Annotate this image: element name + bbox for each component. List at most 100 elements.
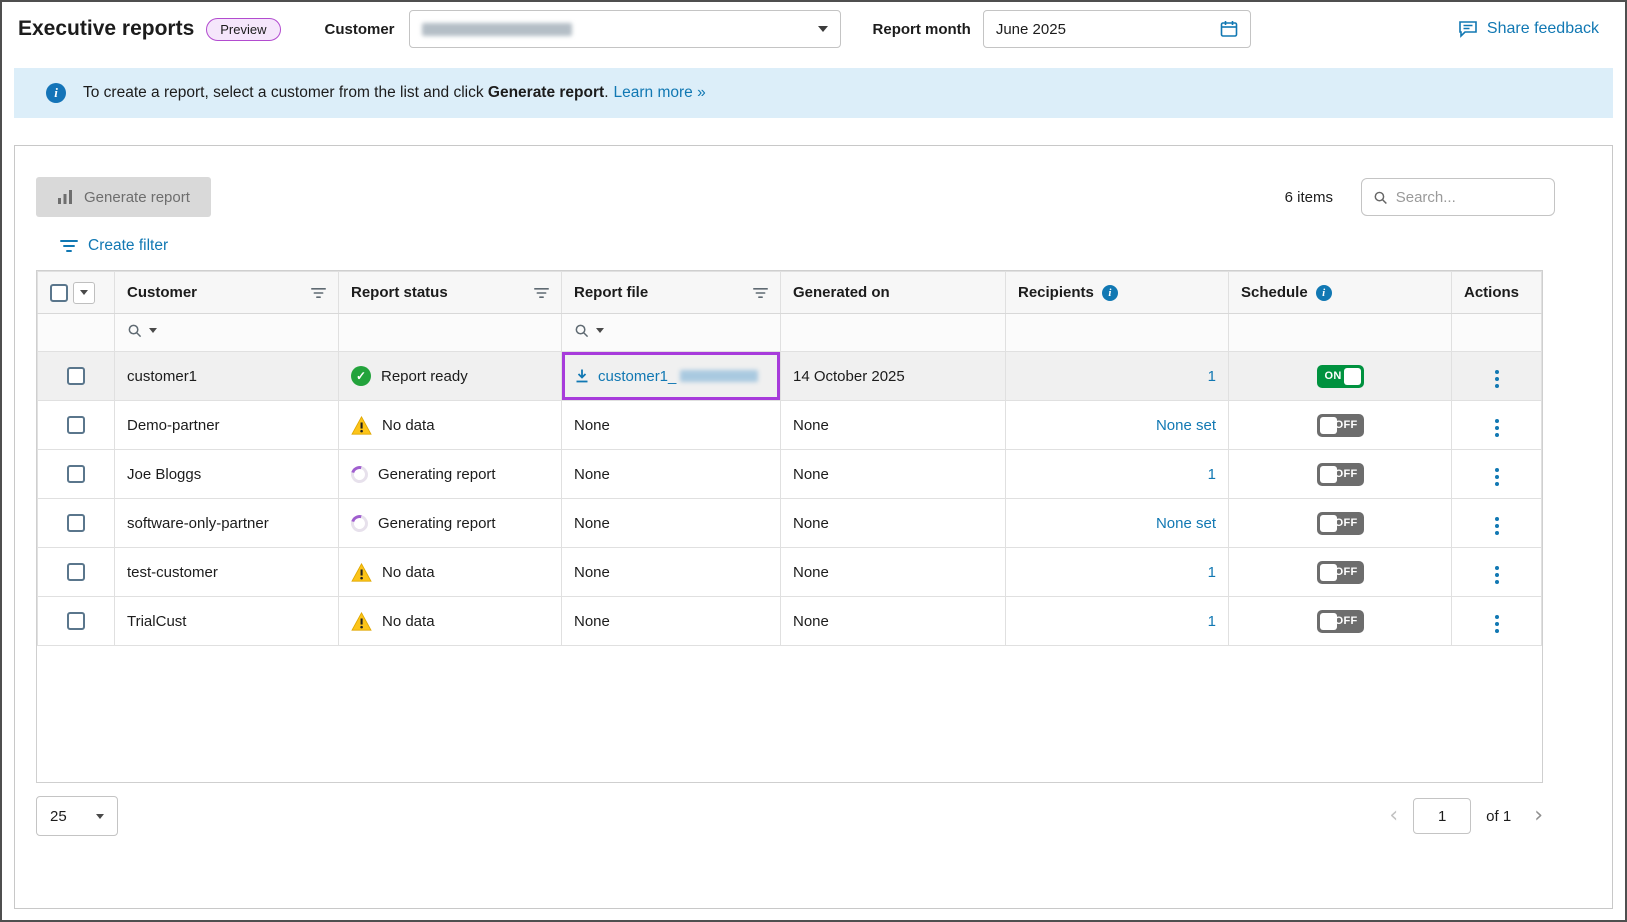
info-banner: i To create a report, select a customer … [14,68,1613,118]
status-spinner-icon [348,511,371,534]
create-filter-link[interactable]: Create filter [60,237,168,255]
schedule-toggle[interactable]: OFF [1317,610,1364,633]
customer-name: TrialCust [127,613,186,630]
schedule-toggle[interactable]: OFF [1317,414,1364,437]
report-month-picker[interactable]: June 2025 [983,10,1251,48]
row-checkbox[interactable] [67,367,85,385]
top-bar: Executive reports Preview Customer Repor… [2,2,1625,56]
toggle-label: OFF [1335,517,1358,529]
select-all-checkbox[interactable] [50,284,68,302]
generate-report-button[interactable]: Generate report [36,177,211,217]
table-row: customer1 ✓Report ready customer1_ [38,352,1542,401]
row-actions-menu[interactable] [1491,464,1503,490]
report-status-column-filter-icon[interactable] [534,287,549,299]
report-file-link[interactable]: customer1_ [598,368,758,385]
share-feedback-link[interactable]: Share feedback [1458,20,1599,38]
redacted-filename [680,370,758,382]
customer-select[interactable] [409,10,841,48]
status-ready-icon: ✓ [351,366,371,386]
table-header-row: Customer Report status Report file Gener… [38,272,1542,314]
recipients-link[interactable]: 1 [1208,613,1216,630]
page-title: Executive reports [18,17,194,41]
status-warning-icon [351,612,372,631]
schedule-toggle[interactable]: OFF [1317,512,1364,535]
next-page-button[interactable]: › [1534,805,1543,827]
banner-bold-text: Generate report [488,84,604,101]
chevron-down-icon [80,290,88,295]
column-header-schedule: Schedule [1241,284,1308,301]
status-warning-icon [351,416,372,435]
page-size-select[interactable]: 25 [36,796,118,836]
chevron-down-icon [818,26,828,32]
filter-icon [60,239,78,253]
items-count: 6 items [1285,189,1333,206]
report-file-column-filter-icon[interactable] [753,287,768,299]
status-warning-icon [351,563,372,582]
row-checkbox[interactable] [67,563,85,581]
app-window: Executive reports Preview Customer Repor… [0,0,1627,922]
customer-label: Customer [325,21,395,38]
search-icon [574,323,589,338]
banner-text-after: . [604,84,608,101]
row-actions-menu[interactable] [1491,366,1503,392]
report-month-value: June 2025 [996,21,1066,38]
recipients-link[interactable]: None set [1156,515,1216,532]
customer-filter-search[interactable] [127,323,157,338]
toggle-knob [1320,613,1337,630]
report-file-filter-search[interactable] [574,323,604,338]
reports-card: Generate report 6 items Create filter [14,145,1613,909]
previous-page-button[interactable]: ‹ [1389,805,1398,827]
schedule-info-icon[interactable]: i [1316,285,1332,301]
search-box [1361,178,1555,216]
page-count-label: of 1 [1486,808,1511,825]
row-checkbox[interactable] [67,514,85,532]
recipients-info-icon[interactable]: i [1102,285,1118,301]
page-number-input[interactable] [1413,798,1471,834]
recipients-link[interactable]: 1 [1208,564,1216,581]
learn-more-link[interactable]: Learn more » [614,84,706,101]
status-text: Generating report [378,466,496,483]
row-actions-menu[interactable] [1491,562,1503,588]
recipients-link[interactable]: 1 [1208,368,1216,385]
row-checkbox[interactable] [67,465,85,483]
bar-chart-icon [57,189,73,205]
row-actions-menu[interactable] [1491,415,1503,441]
select-all-control [50,282,102,304]
pagination-bar: 25 ‹ of 1 › [36,796,1543,836]
search-input[interactable] [1396,189,1543,206]
generated-on-value: 14 October 2025 [793,368,905,385]
row-checkbox[interactable] [67,612,85,630]
customer-name: customer1 [127,368,197,385]
reports-table: Customer Report status Report file Gener… [36,270,1543,783]
status-text: No data [382,564,435,581]
table-toolbar: Generate report 6 items [36,177,1591,217]
toggle-label: ON [1325,370,1342,382]
column-header-customer: Customer [127,284,197,301]
row-checkbox[interactable] [67,416,85,434]
chevron-down-icon [149,328,157,333]
recipients-link[interactable]: 1 [1208,466,1216,483]
create-filter-label: Create filter [88,237,168,255]
toggle-label: OFF [1335,566,1358,578]
banner-text: To create a report, select a customer fr… [83,84,706,102]
schedule-toggle[interactable]: OFF [1317,561,1364,584]
row-actions-menu[interactable] [1491,513,1503,539]
row-actions-menu[interactable] [1491,611,1503,637]
recipients-link[interactable]: None set [1156,417,1216,434]
schedule-toggle[interactable]: ON [1317,365,1364,388]
table-row: test-customer No data None None 1 OFF [38,548,1542,597]
select-menu-button[interactable] [73,282,95,304]
generated-on-value: None [793,417,829,434]
schedule-toggle[interactable]: OFF [1317,463,1364,486]
search-icon [127,323,142,338]
report-file-value: None [574,515,610,532]
customer-name: Joe Bloggs [127,466,201,483]
report-file-name: customer1_ [598,368,676,385]
toggle-label: OFF [1335,419,1358,431]
status-text: Generating report [378,515,496,532]
chevron-down-icon [96,814,104,819]
status-text: No data [382,613,435,630]
customer-column-filter-icon[interactable] [311,287,326,299]
generated-on-value: None [793,613,829,630]
page-size-value: 25 [50,808,67,825]
